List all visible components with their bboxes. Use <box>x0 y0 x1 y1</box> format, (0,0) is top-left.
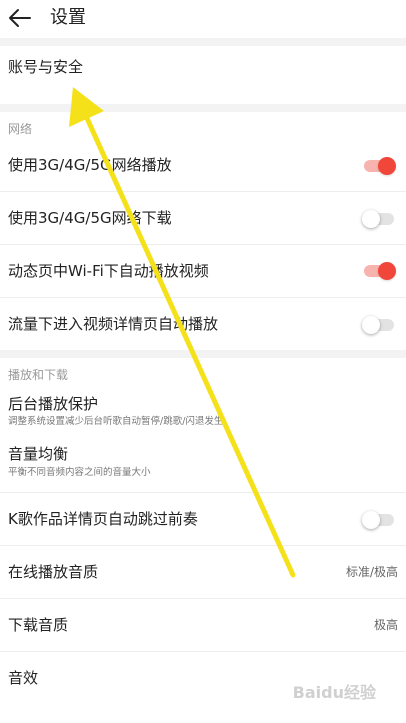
network-play-label: 使用3G/4G/5G网络播放 <box>8 156 172 174</box>
sound-effect-label: 音效 <box>8 669 39 687</box>
network-download-label: 使用3G/4G/5G网络下载 <box>8 209 172 227</box>
section-divider <box>0 104 406 112</box>
network-play-item[interactable]: 使用3G/4G/5G网络播放 <box>0 142 406 192</box>
volume-balance-label: 音量均衡 <box>8 445 69 463</box>
section-divider <box>0 350 406 358</box>
cellular-video-autoplay-label: 流量下进入视频详情页自动播放 <box>8 315 219 333</box>
k-song-skip-item[interactable]: K歌作品详情页自动跳过前奏 <box>0 493 406 546</box>
top-bar: 设置 <box>0 0 406 38</box>
wifi-autoplay-label: 动态页中Wi-Fi下自动播放视频 <box>8 262 209 280</box>
toggle-knob <box>378 262 396 280</box>
arrow-left-icon <box>9 9 31 27</box>
network-play-toggle[interactable] <box>362 157 396 175</box>
download-quality-value: 极高 <box>373 618 398 632</box>
playback-section-title: 播放和下载 <box>8 368 69 382</box>
toggle-knob <box>362 511 380 529</box>
watermark: Baidu经验 <box>292 683 376 702</box>
playback-section-header: 播放和下载 <box>0 358 406 388</box>
network-section-title: 网络 <box>8 122 33 136</box>
section-divider <box>0 38 406 46</box>
online-quality-value: 标准/极高 <box>345 565 398 579</box>
online-quality-item[interactable]: 在线播放音质 标准/极高 <box>0 546 406 599</box>
toggle-knob <box>362 316 380 334</box>
volume-balance-item[interactable]: 音量均衡 平衡不同音频内容之间的音量大小 <box>0 438 406 493</box>
volume-balance-desc: 平衡不同音频内容之间的音量大小 <box>8 467 151 478</box>
network-download-toggle[interactable] <box>362 210 396 228</box>
wifi-autoplay-toggle[interactable] <box>362 262 396 280</box>
k-song-skip-toggle[interactable] <box>362 511 396 529</box>
background-protect-desc: 调整系统设置减少后台听歌自动暂停/跳歌/闪退发生 <box>8 416 224 427</box>
back-button[interactable] <box>7 6 33 30</box>
k-song-skip-label: K歌作品详情页自动跳过前奏 <box>8 510 198 528</box>
network-download-item[interactable]: 使用3G/4G/5G网络下载 <box>0 192 406 245</box>
download-quality-label: 下载音质 <box>8 616 69 634</box>
download-quality-item[interactable]: 下载音质 极高 <box>0 599 406 652</box>
toggle-knob <box>378 157 396 175</box>
settings-page: 设置 账号与安全 网络 使用3G/4G/5G网络播放 使用3G/4G/5G网络下… <box>0 0 406 704</box>
wifi-autoplay-item[interactable]: 动态页中Wi-Fi下自动播放视频 <box>0 245 406 298</box>
toggle-knob <box>362 210 380 228</box>
online-quality-label: 在线播放音质 <box>8 563 99 581</box>
account-security-label: 账号与安全 <box>8 58 84 76</box>
background-protect-item[interactable]: 后台播放保护 调整系统设置减少后台听歌自动暂停/跳歌/闪退发生 <box>0 388 406 438</box>
account-security-item[interactable]: 账号与安全 <box>0 46 406 104</box>
background-protect-label: 后台播放保护 <box>8 395 99 413</box>
cellular-video-autoplay-toggle[interactable] <box>362 316 396 334</box>
page-title: 设置 <box>50 7 86 28</box>
network-section-header: 网络 <box>0 112 406 142</box>
cellular-video-autoplay-item[interactable]: 流量下进入视频详情页自动播放 <box>0 298 406 350</box>
